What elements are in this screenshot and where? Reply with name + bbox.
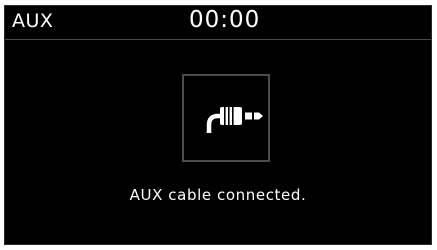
clock: 00:00: [189, 7, 261, 33]
aux-screen: AUX 00:00 AUX cable connected.: [4, 5, 432, 245]
source-label: AUX: [12, 10, 54, 32]
status-message: AUX cable connected.: [129, 186, 307, 204]
aux-icon-frame: [182, 74, 270, 162]
status-bar: AUX 00:00: [5, 6, 431, 40]
aux-cable-plug-icon: [206, 107, 263, 133]
